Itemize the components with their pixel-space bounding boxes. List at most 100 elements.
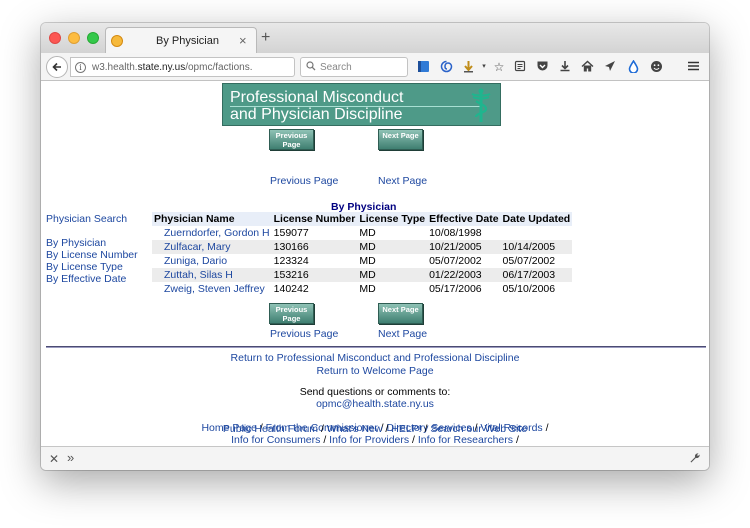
date-updated-cell: 10/14/2005 (502, 241, 556, 253)
effective-date-cell: 01/22/2003 (429, 269, 482, 281)
previous-page-button-bottom[interactable]: Previous Page (269, 303, 314, 324)
sidebar-by-effective-date[interactable]: By Effective Date (46, 273, 126, 285)
back-button[interactable] (46, 56, 68, 78)
sidebar-by-physician[interactable]: By Physician (46, 237, 106, 249)
next-page-button-top[interactable]: Next Page (378, 129, 423, 150)
next-page-button-bottom[interactable]: Next Page (378, 303, 423, 324)
help-link[interactable]: HELP! (391, 423, 421, 435)
effective-date-cell: 05/07/2002 (429, 255, 482, 267)
emoji-face-icon[interactable] (649, 60, 663, 74)
url-bar[interactable]: i w3.health.state.ny.us/opmc/factions.n (70, 57, 320, 77)
date-updated-cell: 05/10/2006 (502, 283, 556, 295)
license-number-cell: 153216 (273, 269, 309, 281)
previous-page-link-bottom[interactable]: Previous Page (270, 328, 338, 340)
info-consumers-link[interactable]: Info for Consumers (231, 434, 320, 446)
table-row: Zweig, Steven Jeffrey 140242 MD 05/17/20… (152, 282, 572, 296)
table-row: Zuniga, Dario 123324 MD 05/07/2002 05/07… (152, 254, 572, 268)
physician-name-link[interactable]: Zweig, Steven Jeffrey (154, 283, 265, 295)
caduceus-icon (471, 88, 491, 122)
table-row: Zulfacar, Mary 130166 MD 10/21/2005 10/1… (152, 240, 573, 254)
previous-page-button-top[interactable]: Previous Page (269, 129, 314, 150)
license-number-cell: 130166 (273, 241, 309, 253)
table-row: Zuttah, Silas H 153216 MD 01/22/2003 06/… (152, 268, 573, 282)
tab-title: By Physician (156, 35, 219, 47)
info-icon[interactable]: i (75, 62, 86, 73)
effective-date-cell: 10/21/2005 (429, 241, 482, 253)
dropdown-chevron-icon[interactable]: ▾ (477, 60, 491, 74)
sidebar-physician-search[interactable]: Physician Search (46, 213, 127, 225)
column-header-license-number: License Number (273, 213, 356, 225)
home-icon[interactable] (580, 60, 594, 74)
wrench-icon[interactable] (689, 452, 701, 464)
minimize-window-button[interactable] (68, 32, 80, 44)
column-header-license-type: License Type (359, 213, 426, 225)
license-number-cell: 123324 (273, 255, 309, 267)
date-updated-cell (501, 226, 573, 240)
title-bar: By Physician × + (41, 23, 709, 53)
next-page-link-bottom[interactable]: Next Page (378, 328, 427, 340)
hamburger-menu-icon[interactable] (686, 60, 700, 74)
physician-name-link[interactable]: Zuerndorfer, Gordon H (154, 227, 270, 239)
license-type-cell: MD (359, 227, 376, 239)
divider (46, 346, 706, 348)
banner-line1: Professional Misconduct (230, 89, 404, 106)
physician-name-link[interactable]: Zuttah, Silas H (154, 269, 233, 281)
extension-swirl-icon[interactable] (439, 60, 453, 74)
public-health-forum-link[interactable]: Public Health Forum (223, 423, 318, 435)
reading-list-icon[interactable] (513, 60, 527, 74)
page-content: Professional Misconduct and Physician Di… (41, 81, 709, 446)
sidebar-by-license-number[interactable]: By License Number (46, 249, 138, 261)
physician-table: Physician Name License Number License Ty… (152, 212, 573, 296)
email-link[interactable]: opmc@health.state.ny.us (316, 398, 434, 410)
footer-links-row3: Public Health Forum / What's New / HELP!… (222, 423, 528, 435)
search-bar[interactable]: Search (300, 57, 408, 77)
browser-window: By Physician × + i w3.health.state.ny.us… (41, 23, 709, 470)
whats-new-link[interactable]: What's New (327, 423, 383, 435)
license-type-cell: MD (359, 241, 376, 253)
nav-toolbar: i w3.health.state.ny.us/opmc/factions.n … (41, 53, 709, 81)
zoom-window-button[interactable] (87, 32, 99, 44)
book-icon[interactable] (416, 60, 430, 74)
previous-page-link-top[interactable]: Previous Page (270, 175, 338, 187)
info-researchers-link[interactable]: Info for Researchers (418, 434, 513, 446)
date-updated-cell: 06/17/2003 (502, 269, 556, 281)
column-header-date-updated: Date Updated (502, 213, 571, 225)
send-arrow-icon[interactable] (603, 60, 617, 74)
search-site-link[interactable]: Search our Web Site (430, 423, 527, 435)
search-input[interactable]: Search (320, 62, 352, 73)
favicon-icon (111, 35, 123, 47)
overflow-chevron-icon[interactable]: » (67, 450, 74, 465)
license-type-cell: MD (359, 255, 376, 267)
opmc-banner: Professional Misconduct and Physician Di… (222, 83, 501, 126)
close-window-button[interactable] (49, 32, 61, 44)
table-row: Zuerndorfer, Gordon H 159077 MD 10/08/19… (152, 226, 572, 240)
date-updated-cell: 05/07/2002 (502, 255, 556, 267)
close-toolbar-icon[interactable]: ✕ (49, 452, 59, 466)
pocket-icon[interactable] (535, 60, 549, 74)
tab-close-icon[interactable]: × (239, 33, 247, 48)
bottom-toolbar: ✕ » (41, 446, 709, 470)
send-questions-text: Send questions or comments to: (299, 386, 451, 398)
download-helper-icon[interactable] (461, 60, 475, 74)
back-arrow-icon (52, 62, 61, 72)
table-header-row: Physician Name License Number License Ty… (152, 212, 573, 226)
new-tab-button[interactable]: + (261, 30, 270, 46)
license-type-cell: MD (359, 269, 376, 281)
return-welcome-link[interactable]: Return to Welcome Page (316, 365, 433, 377)
sidebar-by-license-type[interactable]: By License Type (46, 261, 123, 273)
footer-links-row2: Info for Consumers / Info for Providers … (231, 434, 519, 446)
downloads-icon[interactable] (558, 60, 572, 74)
url-text[interactable]: w3.health.state.ny.us/opmc/factions.n (92, 62, 252, 73)
column-header-effective-date: Effective Date (429, 213, 499, 225)
effective-date-cell: 10/08/1998 (429, 227, 482, 239)
column-header-physician-name: Physician Name (154, 213, 235, 225)
physician-name-link[interactable]: Zuniga, Dario (154, 255, 227, 267)
return-opmc-link[interactable]: Return to Professional Misconduct and Pr… (231, 352, 520, 364)
bookmark-star-icon[interactable]: ☆ (492, 60, 506, 74)
next-page-link-top[interactable]: Next Page (378, 175, 427, 187)
effective-date-cell: 05/17/2006 (429, 283, 482, 295)
drop-icon[interactable] (626, 59, 640, 74)
info-providers-link[interactable]: Info for Providers (329, 434, 409, 446)
tab-by-physician[interactable]: By Physician × (105, 27, 257, 53)
physician-name-link[interactable]: Zulfacar, Mary (154, 241, 231, 253)
